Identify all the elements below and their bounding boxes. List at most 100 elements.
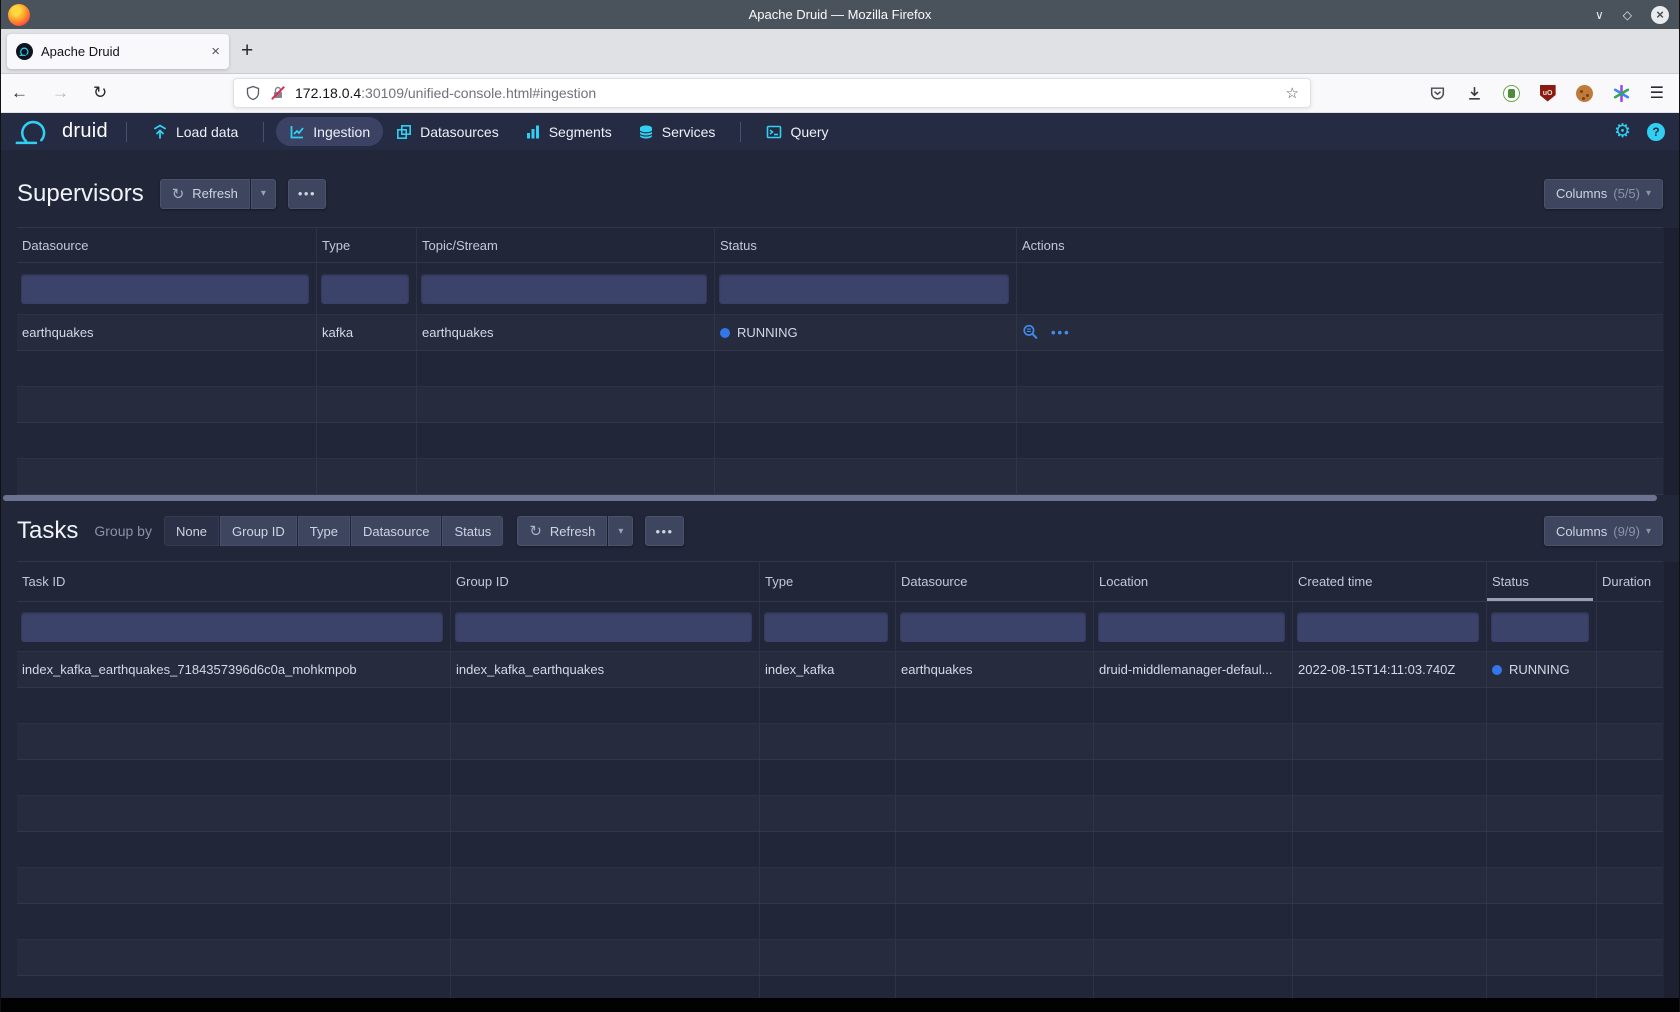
table-cell-empty	[759, 868, 895, 903]
column-header-status[interactable]: Status	[714, 228, 1016, 262]
column-header-type[interactable]: Type	[316, 228, 416, 262]
tab-apache-druid[interactable]: Apache Druid ×	[7, 34, 229, 69]
column-header-group-id[interactable]: Group ID	[450, 562, 759, 601]
ublock-extension-icon[interactable]: uO	[1540, 85, 1556, 102]
hamburger-menu-icon[interactable]: ☰	[1650, 83, 1664, 103]
table-cell-empty	[17, 868, 450, 903]
download-icon[interactable]	[1466, 85, 1483, 102]
supervisor-row[interactable]: earthquakes kafka earthquakes RUNNING ••…	[17, 315, 1663, 351]
column-header-task-id[interactable]: Task ID	[17, 562, 450, 601]
filter-datasource-input[interactable]	[900, 612, 1086, 642]
group-by-group-id-button[interactable]: Group ID	[220, 516, 297, 546]
nav-label: Ingestion	[313, 124, 370, 140]
minimize-button[interactable]: ∨	[1595, 8, 1604, 22]
table-cell-empty	[1486, 724, 1596, 759]
table-cell-empty	[1596, 868, 1663, 903]
supervisors-columns-button[interactable]: Columns (5/5) ▾	[1544, 179, 1663, 209]
filter-topic-stream-input[interactable]	[421, 274, 707, 304]
nav-item-ingestion[interactable]: Ingestion	[276, 117, 383, 146]
help-icon[interactable]: ?	[1647, 123, 1665, 141]
table-cell-empty	[714, 351, 1016, 386]
group-by-datasource-button[interactable]: Datasource	[351, 516, 441, 546]
cell-type: kafka	[316, 315, 416, 350]
status-text: RUNNING	[737, 325, 798, 340]
table-cell-empty	[450, 796, 759, 831]
column-header-created-time[interactable]: Created time	[1292, 562, 1486, 601]
extension-green-icon[interactable]	[1503, 85, 1520, 102]
group-by-type-button[interactable]: Type	[298, 516, 350, 546]
tasks-refresh-button[interactable]: ↻ Refresh	[517, 516, 607, 546]
table-cell-empty	[1292, 724, 1486, 759]
url-text[interactable]: 172.18.0.4:30109/unified-console.html#in…	[295, 85, 596, 101]
maximize-button[interactable]: ◇	[1623, 8, 1632, 22]
filter-location-input[interactable]	[1098, 612, 1285, 642]
cell-type: index_kafka	[759, 652, 895, 687]
filter-status-input[interactable]	[1491, 612, 1589, 642]
inspect-magnifier-icon[interactable]	[1022, 324, 1039, 341]
column-header-datasource[interactable]: Datasource	[17, 228, 316, 262]
table-cell-empty	[1486, 796, 1596, 831]
filter-group-id-input[interactable]	[455, 612, 752, 642]
tasks-header: Tasks Group by None Group ID Type Dataso…	[1, 501, 1679, 561]
column-header-type[interactable]: Type	[759, 562, 895, 601]
column-header-status-sorted[interactable]: Status	[1486, 562, 1596, 601]
supervisors-more-button[interactable]: •••	[288, 179, 326, 209]
vertical-scrollbar-track[interactable]	[1664, 562, 1679, 998]
column-header-actions[interactable]: Actions	[1016, 228, 1663, 262]
back-icon[interactable]: ←	[11, 83, 28, 103]
url-bar[interactable]: 172.18.0.4:30109/unified-console.html#in…	[233, 78, 1311, 108]
tasks-refresh-caret-button[interactable]: ▾	[608, 516, 633, 546]
pocket-icon[interactable]	[1429, 85, 1446, 102]
close-window-button[interactable]: ×	[1651, 6, 1669, 24]
filter-created-time-input[interactable]	[1297, 612, 1479, 642]
table-cell-empty	[1486, 688, 1596, 723]
table-cell-empty	[1292, 688, 1486, 723]
window-bottom-edge	[1, 998, 1679, 1012]
task-row[interactable]: index_kafka_earthquakes_7184357396d6c0a_…	[17, 652, 1663, 688]
nav-item-services[interactable]: Services	[625, 117, 729, 146]
nav-item-segments[interactable]: Segments	[512, 117, 625, 146]
table-cell-empty	[450, 940, 759, 975]
table-cell-empty	[1486, 760, 1596, 795]
nav-item-query[interactable]: Query	[753, 117, 841, 146]
cell-datasource: earthquakes	[895, 652, 1093, 687]
forward-icon[interactable]: →	[52, 83, 69, 103]
column-header-datasource[interactable]: Datasource	[895, 562, 1093, 601]
table-cell-empty	[316, 387, 416, 422]
druid-logo[interactable]: druid	[15, 118, 108, 146]
supervisors-refresh-button[interactable]: ↻ Refresh	[160, 179, 250, 209]
row-actions-more-icon[interactable]: •••	[1051, 325, 1071, 340]
tasks-columns-button[interactable]: Columns (9/9) ▾	[1544, 516, 1663, 546]
supervisors-refresh-caret-button[interactable]: ▾	[251, 179, 276, 209]
table-cell-empty	[895, 724, 1093, 759]
filter-status-input[interactable]	[719, 274, 1009, 304]
table-cell-empty	[714, 459, 1016, 494]
nav-item-datasources[interactable]: Datasources	[383, 117, 512, 146]
group-by-none-button[interactable]: None	[164, 516, 219, 546]
table-cell-empty	[17, 904, 450, 939]
shield-icon[interactable]	[245, 85, 261, 101]
filter-type-input[interactable]	[321, 274, 409, 304]
column-header-topic-stream[interactable]: Topic/Stream	[416, 228, 714, 262]
filter-datasource-input[interactable]	[21, 274, 309, 304]
bookmark-star-icon[interactable]: ☆	[1286, 84, 1299, 102]
window-title: Apache Druid — Mozilla Firefox	[1, 7, 1679, 22]
table-cell-empty	[450, 904, 759, 939]
nav-item-load-data[interactable]: Load data	[139, 117, 251, 146]
tab-close-icon[interactable]: ×	[211, 43, 220, 60]
insecure-lock-icon[interactable]	[270, 85, 286, 101]
group-by-status-button[interactable]: Status	[442, 516, 503, 546]
filter-task-id-input[interactable]	[21, 612, 443, 642]
column-header-location[interactable]: Location	[1093, 562, 1292, 601]
cookie-extension-icon[interactable]	[1576, 85, 1593, 102]
filter-type-input[interactable]	[764, 612, 888, 642]
reload-icon[interactable]: ↻	[93, 83, 107, 103]
vertical-scrollbar-track[interactable]	[1664, 228, 1679, 495]
table-cell-empty	[759, 760, 895, 795]
asterisk-extension-icon[interactable]	[1613, 85, 1630, 102]
new-tab-button[interactable]: +	[241, 39, 253, 63]
tasks-more-button[interactable]: •••	[645, 516, 683, 546]
table-cell-empty	[895, 940, 1093, 975]
settings-gear-icon[interactable]: ⚙	[1614, 122, 1631, 141]
column-header-duration[interactable]: Duration	[1596, 562, 1663, 601]
